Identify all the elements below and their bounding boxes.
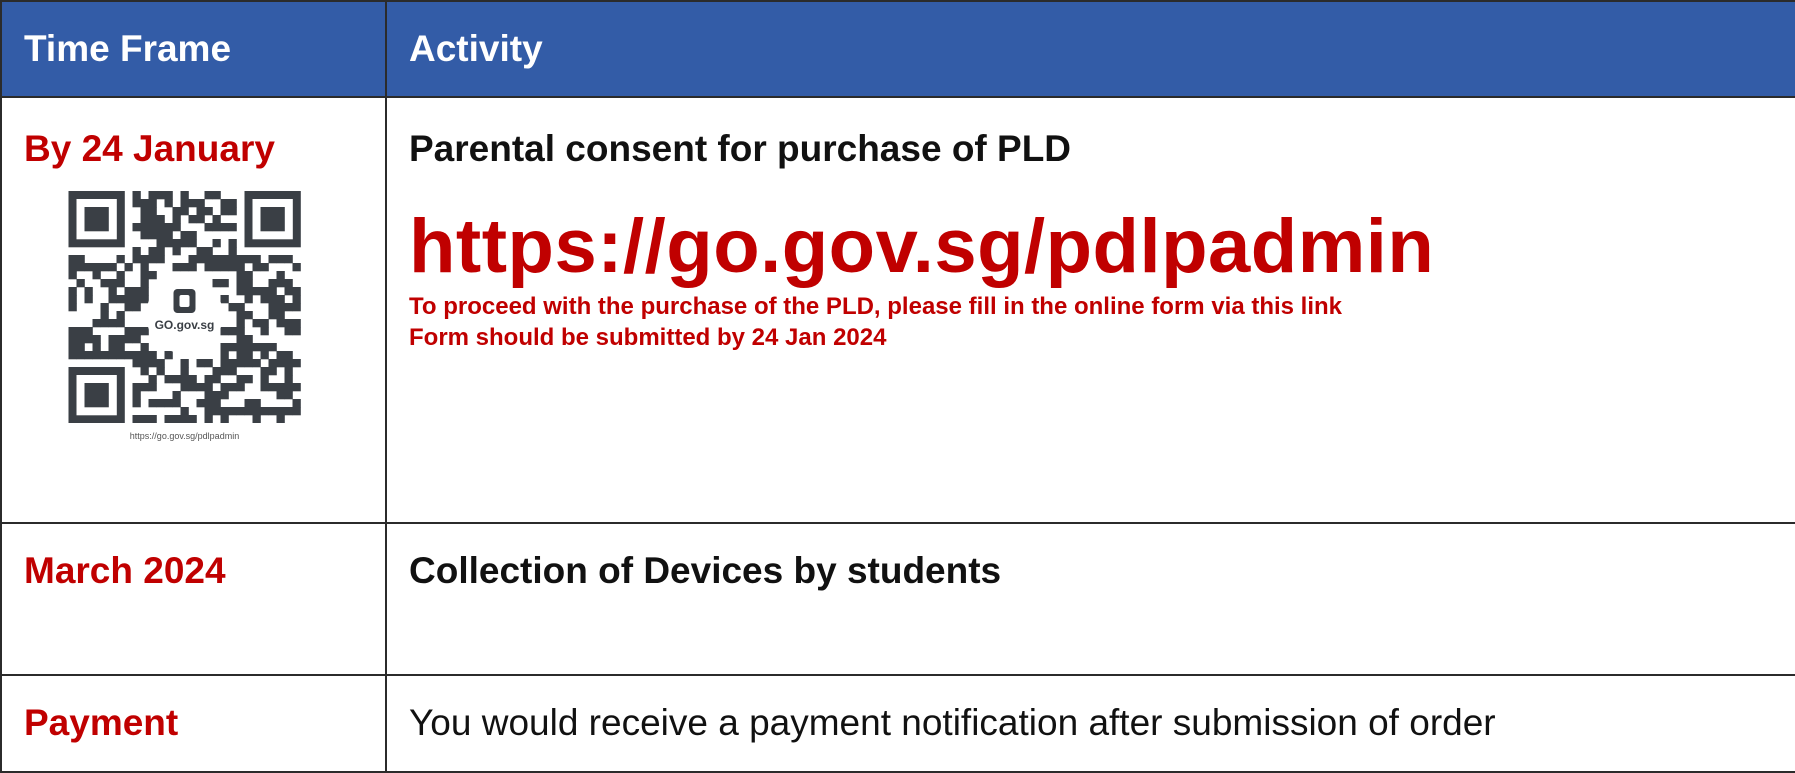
header-row: Time Frame Activity: [0, 0, 1795, 98]
time-frame-label: March 2024: [24, 550, 226, 591]
activity-title: Parental consent for purchase of PLD: [409, 128, 1072, 169]
qr-code-image: GO.gov.sg: [68, 190, 301, 423]
time-frame-label: By 24 January: [24, 128, 275, 169]
time-frame-cell: By 24 January GO.gov.sg https://go.gov.s…: [0, 96, 387, 524]
table-row: Payment You would receive a payment noti…: [0, 674, 1795, 773]
form-deadline: Form should be submitted by 24 Jan 2024: [409, 323, 887, 351]
qr-caption: https://go.gov.sg/pdlpadmin: [129, 430, 240, 441]
activity-cell: You would receive a payment notification…: [385, 674, 1795, 773]
table-row: By 24 January GO.gov.sg https://go.gov.s…: [0, 96, 1795, 524]
activity-title: Collection of Devices by students: [409, 550, 1002, 591]
qr-logo-text: GO.gov.sg: [155, 318, 215, 332]
form-instruction: To proceed with the purchase of the PLD,…: [409, 292, 1343, 320]
header-time-frame: Time Frame: [0, 0, 387, 98]
activity-text: You would receive a payment notification…: [409, 702, 1496, 743]
activity-cell: Parental consent for purchase of PLD htt…: [385, 96, 1795, 524]
activity-cell: Collection of Devices by students: [385, 522, 1795, 676]
table-row: March 2024 Collection of Devices by stud…: [0, 522, 1795, 676]
time-frame-cell: Payment: [0, 674, 387, 773]
time-frame-label: Payment: [24, 702, 179, 743]
schedule-table: Time Frame Activity By 24 January GO.gov…: [0, 0, 1795, 773]
header-activity: Activity: [385, 0, 1795, 98]
qr-code[interactable]: GO.gov.sg https://go.gov.sg/pdlpadmin: [57, 190, 312, 441]
consent-form-link[interactable]: https://go.gov.sg/pdlpadmin: [387, 208, 1795, 285]
time-frame-cell: March 2024: [0, 522, 387, 676]
